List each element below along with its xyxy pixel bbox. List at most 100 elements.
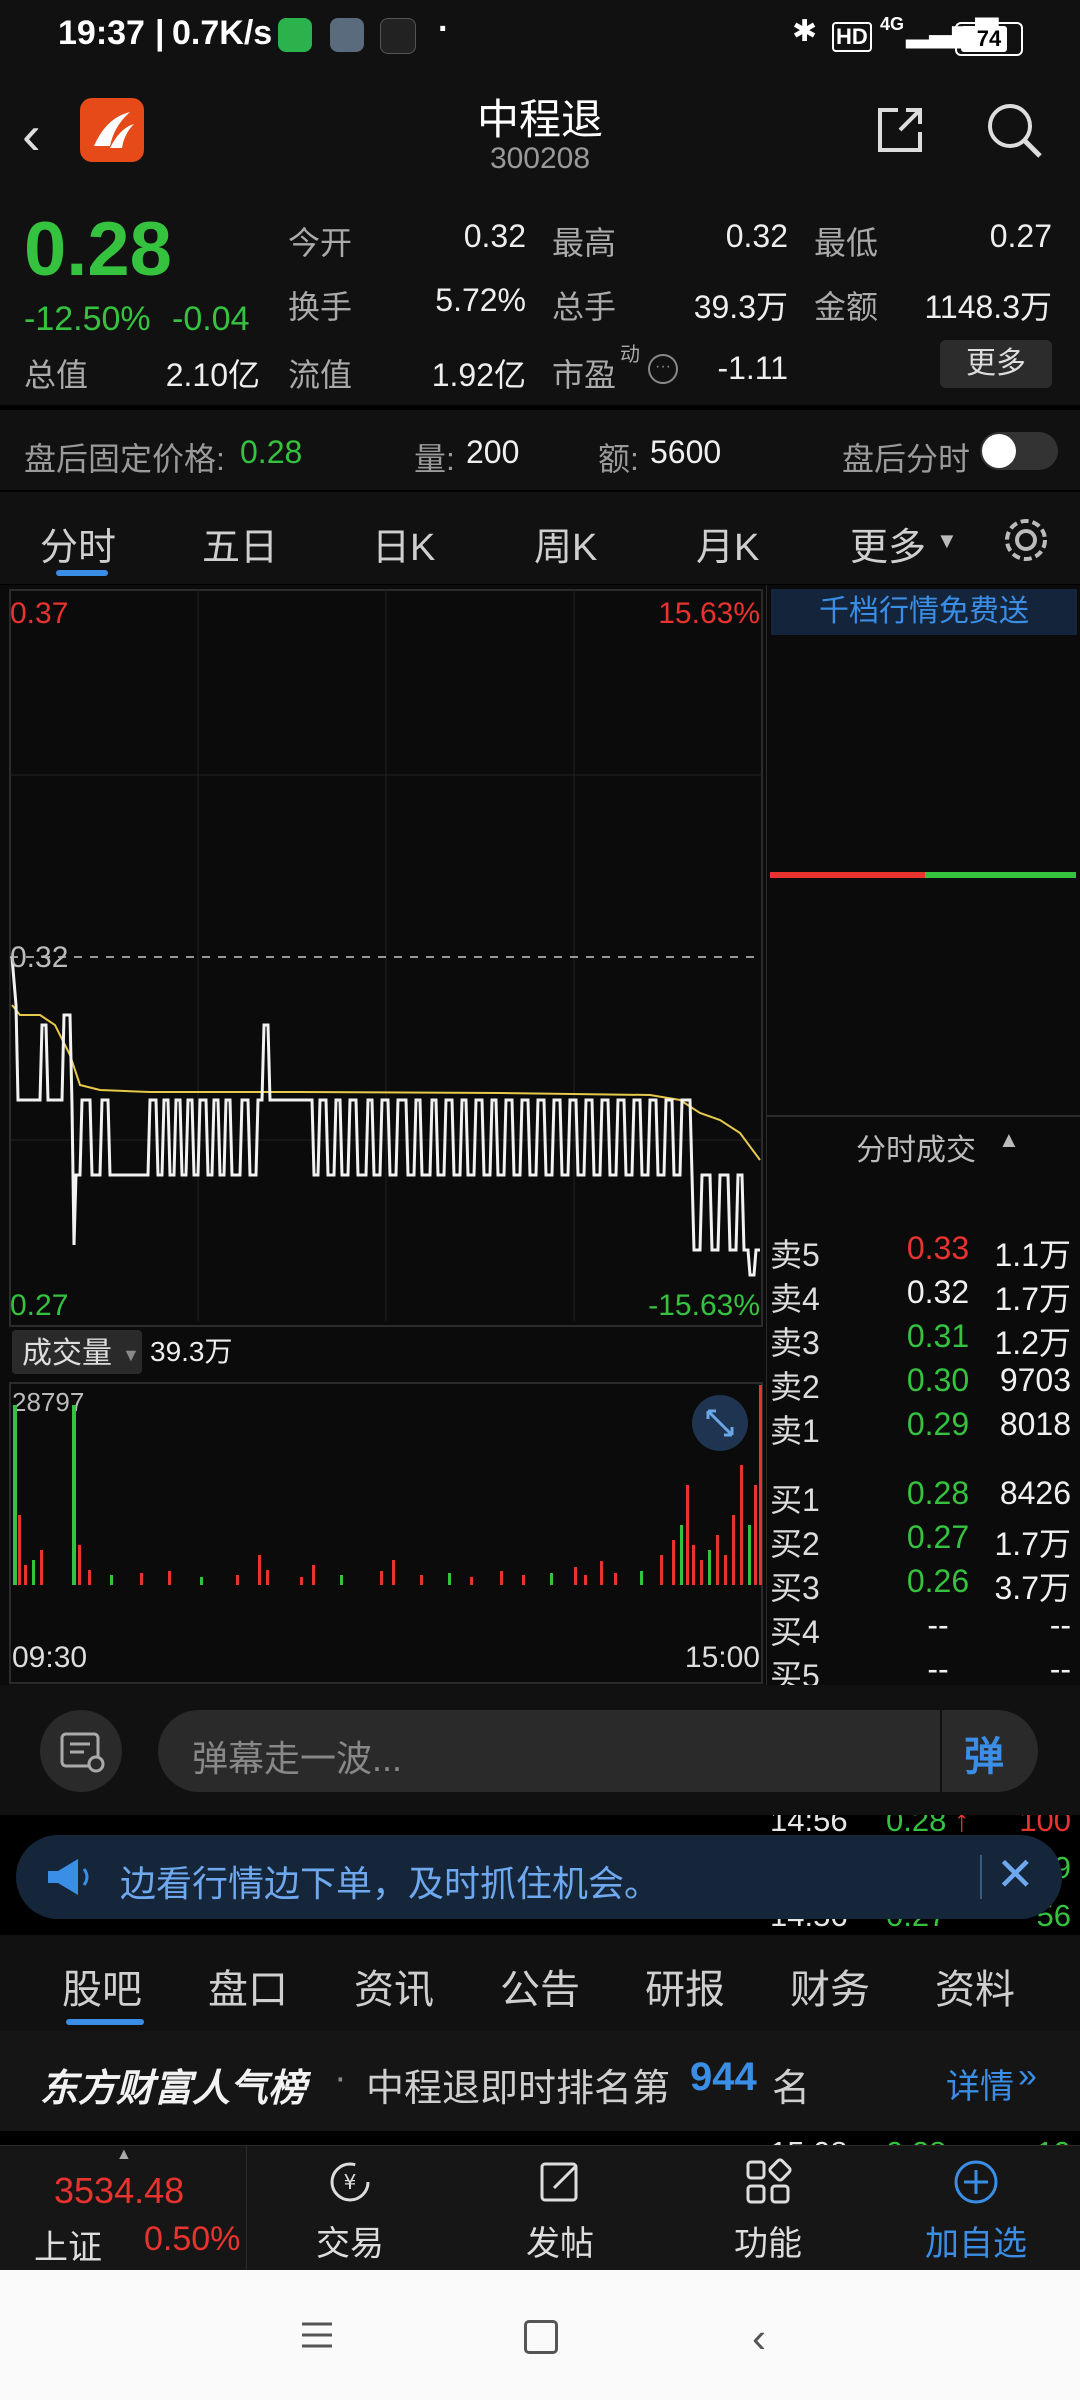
stock-code: 300208 xyxy=(489,142,591,175)
trade-button[interactable]: ¥ 交易 xyxy=(260,2146,440,2271)
after-hours-vol-label: 量: xyxy=(414,441,455,477)
bid-volume: 3.7万 xyxy=(994,1570,1072,1606)
float-cap-label: 流值 xyxy=(288,357,353,393)
market-cap-label: 总值 xyxy=(24,357,89,393)
open-value: 0.32 xyxy=(463,218,526,254)
net-speed: 0.7K/s xyxy=(172,14,273,52)
ask-volume: 1.1万 xyxy=(994,1237,1072,1273)
post-button[interactable]: 发帖 xyxy=(470,2146,650,2271)
tab-research[interactable]: 研报 xyxy=(645,1957,725,2015)
tab-five-day[interactable]: 五日 xyxy=(202,516,278,571)
add-watchlist-button[interactable]: 加自选 xyxy=(886,2146,1066,2271)
chevron-up-icon: ▲ xyxy=(116,2146,132,2163)
bid-ask-ratio-bar xyxy=(770,872,1076,878)
tab-intraday[interactable]: 分时 xyxy=(40,516,116,571)
share-icon[interactable] xyxy=(870,100,930,160)
tab-more[interactable]: 更多 xyxy=(850,516,926,571)
ask-level-label: 卖1 xyxy=(770,1413,820,1449)
more-button[interactable]: 更多 xyxy=(940,340,1052,388)
pe-label: 市盈 xyxy=(552,357,617,393)
bid-price: 0.28 xyxy=(906,1475,970,1511)
rank-detail-link[interactable]: 详情 xyxy=(946,2059,1014,2108)
menu-icon[interactable] xyxy=(300,2320,334,2355)
tab-profile[interactable]: 资料 xyxy=(935,1957,1015,2015)
ask-volume: 1.2万 xyxy=(994,1325,1072,1361)
ask-row[interactable]: 卖3 0.31 1.2万 xyxy=(770,1318,1075,1362)
volume-value: 39.3万 xyxy=(693,289,788,325)
danmu-history-icon[interactable] xyxy=(40,1710,122,1792)
double-chevron-right-icon: » xyxy=(1018,2057,1037,2095)
bid-volume: 8426 xyxy=(999,1475,1071,1511)
trade-promo-banner[interactable]: 边看行情边下单，及时抓住机会。 ✕ xyxy=(16,1835,1062,1919)
bid-level-label: 买1 xyxy=(770,1482,820,1518)
search-icon[interactable] xyxy=(982,98,1046,162)
bluetooth-icon: ✱ xyxy=(792,15,818,48)
info-icon[interactable]: ··· xyxy=(648,354,678,384)
popularity-rank-bar[interactable]: 东方财富人气榜 · 中程退即时排名第 944 名 详情 » xyxy=(0,2031,1080,2131)
trade-label: 交易 xyxy=(316,2225,384,2263)
volume-label: 总手 xyxy=(552,289,617,325)
bid-row[interactable]: 买2 0.27 1.7万 xyxy=(770,1519,1075,1563)
ask-row[interactable]: 卖2 0.30 9703 xyxy=(770,1362,1075,1406)
tab-daily-k[interactable]: 日K xyxy=(372,516,435,571)
chart-area: 0.37 15.63% 0.32 0.27 -15.63% 成交量 ▼ 39.3… xyxy=(0,585,1080,2265)
low-value: 0.27 xyxy=(989,218,1052,254)
tab-monthly-k[interactable]: 月K xyxy=(696,516,759,571)
turnover-label: 换手 xyxy=(288,289,353,325)
functions-button[interactable]: 功能 xyxy=(678,2146,858,2271)
trades-title[interactable]: 分时成交 xyxy=(856,1125,976,1169)
bid-volume: -- xyxy=(1049,1607,1071,1643)
after-hours-price-label: 盘后固定价格: xyxy=(24,441,225,477)
rank-brand: 东方财富人气榜 xyxy=(40,2068,307,2110)
tiktok-icon xyxy=(380,18,416,54)
bid-row[interactable]: 买4 -- -- xyxy=(770,1607,1075,1651)
tab-pankou[interactable]: 盘口 xyxy=(208,1957,288,2015)
order-book-promo[interactable]: 千档行情免费送 xyxy=(771,589,1077,635)
bid-price: -- xyxy=(927,1651,949,1687)
rank-suffix: 名 xyxy=(772,2068,811,2110)
bid-price: 0.27 xyxy=(906,1519,970,1555)
bid-volume: -- xyxy=(1049,1651,1071,1687)
content-tabs: 股吧 盘口 资讯 公告 研报 财务 资料 xyxy=(0,1935,1080,2031)
last-price: 0.28 xyxy=(24,207,172,292)
volume-total: 39.3万 xyxy=(150,1336,233,1367)
promo-text: 边看行情边下单，及时抓住机会。 xyxy=(120,1863,661,1904)
amount-value: 1148.3万 xyxy=(924,289,1052,325)
tab-news[interactable]: 资讯 xyxy=(354,1957,434,2015)
bid-row[interactable]: 买3 0.26 3.7万 xyxy=(770,1563,1075,1607)
tab-announcements[interactable]: 公告 xyxy=(500,1957,580,2015)
after-hours-bar: 盘后固定价格: 0.28 量: 200 额: 5600 盘后分时 xyxy=(0,410,1080,490)
ask-row[interactable]: 卖4 0.32 1.7万 xyxy=(770,1274,1075,1318)
home-icon[interactable] xyxy=(524,2320,558,2354)
megaphone-icon xyxy=(44,1857,92,1902)
tab-guba[interactable]: 股吧 xyxy=(62,1957,142,2015)
back-icon[interactable]: ‹ xyxy=(22,102,41,167)
ask-volume: 9703 xyxy=(999,1362,1071,1398)
ask-row[interactable]: 卖1 0.29 8018 xyxy=(770,1406,1075,1450)
change-pct: -12.50% xyxy=(24,300,151,338)
ask-volume: 1.7万 xyxy=(994,1281,1072,1317)
tab-weekly-k[interactable]: 周K xyxy=(534,516,597,571)
close-icon[interactable]: ✕ xyxy=(996,1847,1035,1901)
volume-selector[interactable]: 成交量 xyxy=(22,1337,112,1370)
ask-row[interactable]: 卖5 0.33 1.1万 xyxy=(770,1230,1075,1274)
intraday-chart[interactable]: 0.37 15.63% 0.32 0.27 -15.63% 成交量 ▼ 39.3… xyxy=(0,585,766,1685)
ask-price: 0.29 xyxy=(906,1406,970,1442)
index-ticker[interactable]: ▲ 3534.48 上证 0.50% xyxy=(0,2146,247,2271)
ask-price: 0.32 xyxy=(906,1274,970,1310)
bid-level-label: 买3 xyxy=(770,1570,820,1606)
turnover-value: 5.72% xyxy=(435,282,526,318)
settings-gear-icon[interactable] xyxy=(1000,514,1052,566)
bid-price: -- xyxy=(927,1607,949,1643)
active-tab-indicator xyxy=(66,2019,144,2025)
tab-finance[interactable]: 财务 xyxy=(790,1957,870,2015)
ask-level-label: 卖3 xyxy=(770,1325,820,1361)
back-nav-icon[interactable]: ‹ xyxy=(752,2314,766,2362)
volume-bars xyxy=(13,1385,762,1585)
ask-level-label: 卖5 xyxy=(770,1237,820,1273)
bid-row[interactable]: 买1 0.28 8426 xyxy=(770,1475,1075,1519)
after-hours-toggle[interactable] xyxy=(980,432,1058,470)
danmu-send-button[interactable]: 弹 xyxy=(964,1724,1004,1782)
danmu-bar: 弹幕走一波... 弹 xyxy=(0,1685,1080,1815)
danmu-input[interactable]: 弹幕走一波... 弹 xyxy=(158,1710,1038,1792)
